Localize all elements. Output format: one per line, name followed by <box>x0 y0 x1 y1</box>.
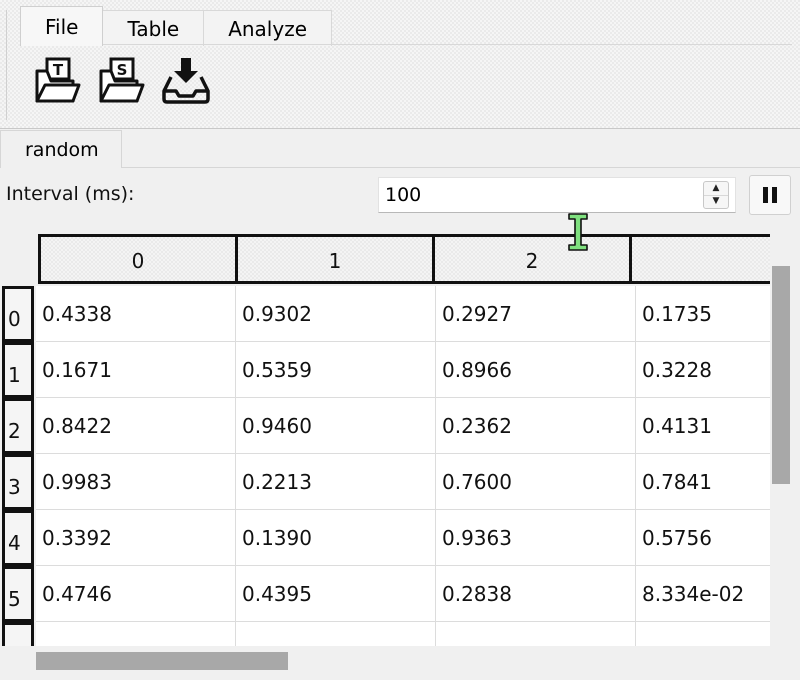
ribbon-tab-analyze[interactable]: Analyze <box>203 10 332 46</box>
table-cell[interactable]: 0.9302 <box>236 286 436 342</box>
table-cell[interactable]: 0.9983 <box>36 454 236 510</box>
ribbon-toolbar: T S <box>32 54 212 106</box>
table-cell[interactable]: 0.1390 <box>236 510 436 566</box>
horizontal-scroll-thumb[interactable] <box>36 652 288 670</box>
table-cell[interactable]: 0.2213 <box>236 454 436 510</box>
pause-icon <box>761 187 779 203</box>
table-cell[interactable]: 0.1735 <box>636 286 770 342</box>
table-row: 0.4746 0.4395 0.2838 8.334e-02 <box>36 566 770 622</box>
table-body: 0.4338 0.9302 0.2927 0.1735 0.1671 0.535… <box>36 286 770 646</box>
interval-label: Interval (ms): <box>6 183 135 205</box>
table-cell[interactable] <box>36 622 236 646</box>
row-header-6[interactable] <box>2 622 34 646</box>
table-cell[interactable] <box>436 622 636 646</box>
table-cell[interactable]: 0.7600 <box>436 454 636 510</box>
open-sheet-button[interactable]: S <box>96 54 148 106</box>
row-header-3[interactable]: 3 <box>2 454 34 510</box>
table-cell[interactable]: 0.9460 <box>236 398 436 454</box>
ribbon-tab-file[interactable]: File <box>20 6 104 46</box>
ribbon-divider <box>6 10 7 120</box>
row-header-4[interactable]: 4 <box>2 510 34 566</box>
chevron-down-icon: ▼ <box>712 196 720 206</box>
spin-down-button[interactable]: ▼ <box>704 195 728 208</box>
row-header-0[interactable]: 0 <box>2 286 34 342</box>
document-tab-random[interactable]: random <box>0 130 122 168</box>
table-cell[interactable]: 0.4131 <box>636 398 770 454</box>
column-header-2[interactable]: 2 <box>432 234 632 284</box>
column-header-1[interactable]: 1 <box>235 234 435 284</box>
row-header-5[interactable]: 5 <box>2 566 34 622</box>
open-text-button[interactable]: T <box>32 54 84 106</box>
table-cell[interactable]: 0.1671 <box>36 342 236 398</box>
ribbon: File Table Analyze T S <box>0 0 800 129</box>
table-cell[interactable]: 0.3392 <box>36 510 236 566</box>
app-window: File Table Analyze T S random Interval (… <box>0 0 800 680</box>
column-headers: 0 1 2 3 <box>38 234 770 284</box>
table-row: 0.9983 0.2213 0.7600 0.7841 <box>36 454 770 510</box>
open-text-glyph: T <box>53 61 64 79</box>
table-cell[interactable]: 0.4395 <box>236 566 436 622</box>
row-header-2[interactable]: 2 <box>2 398 34 454</box>
chevron-up-icon: ▲ <box>712 183 720 193</box>
data-table: 0 1 2 3 0.4338 0.9302 0.2927 0.1735 0.16… <box>0 234 770 646</box>
row-headers: 0 1 2 3 4 5 <box>2 286 34 646</box>
text-cursor-icon <box>568 213 588 251</box>
table-cell[interactable]: 0.9363 <box>436 510 636 566</box>
open-sheet-glyph: S <box>117 61 128 79</box>
ribbon-tab-baseline <box>20 44 792 45</box>
table-cell[interactable]: 0.3228 <box>636 342 770 398</box>
vertical-scroll-thumb[interactable] <box>772 266 790 484</box>
table-cell[interactable]: 8.334e-02 <box>636 566 770 622</box>
column-header-3[interactable]: 3 <box>629 234 770 284</box>
pause-button[interactable] <box>749 175 791 215</box>
table-cell[interactable]: 0.7841 <box>636 454 770 510</box>
table-cell[interactable]: 0.2927 <box>436 286 636 342</box>
download-button[interactable] <box>160 54 212 106</box>
table-row <box>36 622 770 646</box>
ribbon-tab-table[interactable]: Table <box>102 10 205 46</box>
table-cell[interactable]: 0.4746 <box>36 566 236 622</box>
table-row: 0.1671 0.5359 0.8966 0.3228 <box>36 342 770 398</box>
table-cell[interactable] <box>236 622 436 646</box>
table-cell[interactable]: 0.5756 <box>636 510 770 566</box>
table-cell[interactable]: 0.2838 <box>436 566 636 622</box>
table-cell[interactable]: 0.2362 <box>436 398 636 454</box>
column-header-0[interactable]: 0 <box>38 234 238 284</box>
table-row: 0.4338 0.9302 0.2927 0.1735 <box>36 286 770 342</box>
download-tray-icon <box>162 58 210 104</box>
horizontal-scrollbar[interactable] <box>0 646 770 676</box>
spin-up-button[interactable]: ▲ <box>704 182 728 196</box>
table-cell[interactable]: 0.4338 <box>36 286 236 342</box>
interval-spinbox: ▲ ▼ <box>378 177 736 213</box>
interval-input[interactable] <box>379 178 699 212</box>
vertical-scrollbar[interactable] <box>770 266 792 646</box>
open-text-folder-icon: T <box>35 57 81 103</box>
ribbon-tabs: File Table Analyze <box>20 6 332 46</box>
row-header-1[interactable]: 1 <box>2 342 34 398</box>
table-cell[interactable]: 0.8422 <box>36 398 236 454</box>
open-sheet-folder-icon: S <box>99 57 145 103</box>
table-cell[interactable]: 0.5359 <box>236 342 436 398</box>
table-cell[interactable]: 0.8966 <box>436 342 636 398</box>
table-row: 0.8422 0.9460 0.2362 0.4131 <box>36 398 770 454</box>
table-row: 0.3392 0.1390 0.9363 0.5756 <box>36 510 770 566</box>
table-cell[interactable] <box>636 622 770 646</box>
spin-buttons: ▲ ▼ <box>703 181 729 209</box>
